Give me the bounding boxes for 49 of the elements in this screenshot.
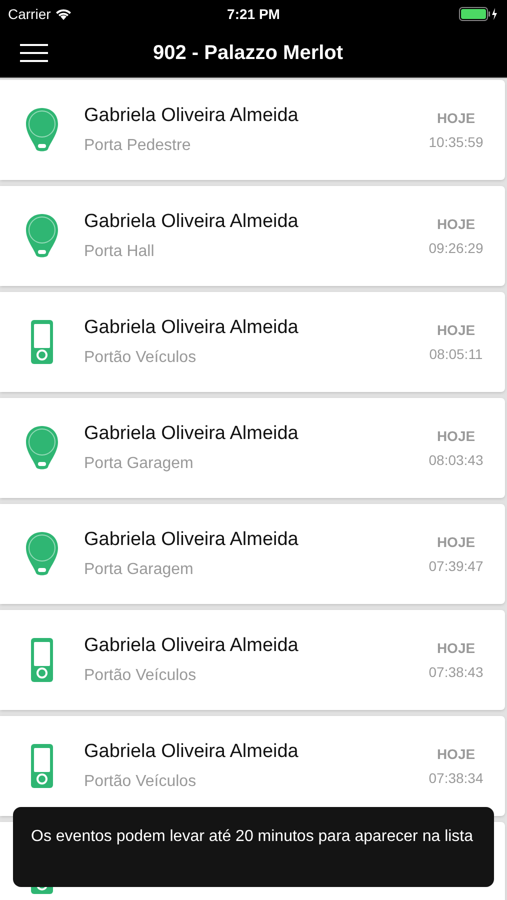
event-time: 07:39:47: [428, 556, 484, 576]
day-label: HOJE: [436, 108, 476, 128]
event-time: 10:35:59: [428, 132, 484, 152]
event-time: 09:26:29: [428, 238, 484, 258]
key-fob-icon: [25, 425, 59, 471]
event-card[interactable]: Gabriela Oliveira Almeida Porta Garagem HOJE 07:39:47: [0, 504, 505, 604]
day-label: HOJE: [436, 426, 476, 446]
event-card[interactable]: Gabriela Oliveira Almeida Portão Veículos HOJE 08:05:11: [0, 292, 505, 392]
door-name: Porta Garagem: [84, 560, 194, 580]
day-label: HOJE: [436, 214, 476, 234]
door-name: Porta Hall: [84, 242, 156, 262]
remote-control-icon: [30, 319, 54, 365]
day-label: HOJE: [436, 744, 476, 764]
event-time: 08:05:11: [429, 344, 483, 364]
door-name: Porta Pedestre: [84, 136, 192, 156]
event-time: 07:38:34: [428, 768, 484, 788]
event-card[interactable]: Gabriela Oliveira Almeida Portão Veículos HOJE 07:38:34: [0, 716, 505, 816]
day-label: HOJE: [436, 638, 476, 658]
person-name: Gabriela Oliveira Almeida: [84, 422, 300, 446]
remote-control-icon: [30, 743, 54, 789]
person-name: Gabriela Oliveira Almeida: [84, 740, 300, 764]
key-fob-icon: [25, 107, 59, 153]
event-card[interactable]: Gabriela Oliveira Almeida Porta Pedestre HOJE 10:35:59: [0, 80, 505, 180]
key-fob-icon: [25, 531, 59, 577]
remote-control-icon: [30, 637, 54, 683]
carrier-label: Carrier: [8, 4, 51, 24]
battery-icon: [458, 7, 499, 21]
person-name: Gabriela Oliveira Almeida: [84, 210, 300, 234]
door-name: Portão Veículos: [84, 666, 198, 686]
event-card[interactable]: Gabriela Oliveira Almeida Porta Hall HOJE 09:26:29: [0, 186, 505, 286]
key-fob-icon: [25, 213, 59, 259]
day-label: HOJE: [436, 532, 476, 552]
menu-button[interactable]: [20, 42, 48, 62]
nav-title: 902 - Palazzo Merlot: [153, 40, 344, 66]
wifi-icon: [54, 8, 72, 20]
event-card[interactable]: Gabriela Oliveira Almeida Porta Garagem HOJE 08:03:43: [0, 398, 505, 498]
door-name: Portão Veículos: [84, 772, 198, 792]
event-time: 08:03:43: [428, 450, 484, 470]
person-name: Gabriela Oliveira Almeida: [84, 528, 300, 552]
door-name: Portão Veículos: [84, 348, 198, 368]
person-name: Gabriela Oliveira Almeida: [84, 104, 300, 128]
clock: 7:21 PM: [227, 4, 280, 24]
person-name: Gabriela Oliveira Almeida: [84, 634, 300, 658]
toast-message: Os eventos podem levar até 20 minutos para aparecer na lista: [31, 828, 474, 845]
door-name: Porta Garagem: [84, 454, 194, 474]
event-time: 07:38:43: [428, 662, 484, 682]
event-card[interactable]: Gabriela Oliveira Almeida Portão Veículos HOJE 07:38:43: [0, 610, 505, 710]
day-label: HOJE: [436, 320, 476, 340]
person-name: Gabriela Oliveira Almeida: [84, 316, 300, 340]
